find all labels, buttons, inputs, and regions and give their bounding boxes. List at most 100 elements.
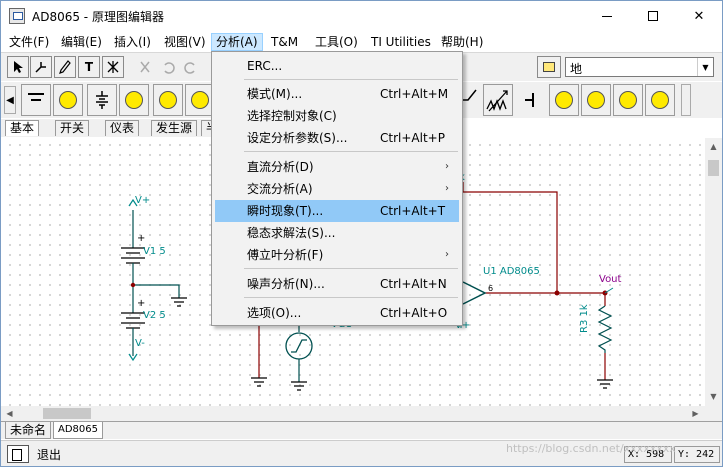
parts-scroll-right-button[interactable]	[681, 84, 691, 116]
ground-icon	[28, 93, 44, 107]
ic-part-button-2[interactable]	[581, 84, 611, 116]
vout-label: Vout	[599, 274, 622, 285]
app-window: AD8065 - 原理图编辑器 ✕ 文件(F) 编辑(E) 插入(I) 视图(V…	[0, 0, 723, 467]
vertical-scroll-thumb[interactable]	[708, 160, 719, 176]
exit-label[interactable]: 退出	[37, 446, 61, 463]
tab-untitled[interactable]: 未命名	[5, 422, 52, 439]
hs-icon	[651, 91, 669, 109]
component-select[interactable]: 地 ▼	[565, 57, 714, 77]
close-button[interactable]: ✕	[676, 1, 722, 31]
menu-item-transient[interactable]: 瞬时现象(T)... Ctrl+Alt+T	[215, 200, 459, 222]
menu-separator	[244, 151, 458, 152]
v1-plus-sign: +	[137, 233, 146, 244]
ground-symbol-3	[597, 379, 613, 389]
horizontal-scroll-thumb[interactable]	[43, 408, 91, 419]
v2-label: V2 5	[143, 310, 166, 321]
horizontal-scrollbar[interactable]: ◀ ▶	[1, 406, 705, 421]
pen-tool-button[interactable]	[54, 56, 76, 78]
vertical-scrollbar[interactable]: ▲ ▼	[705, 138, 722, 421]
cursor-y-readout: Y: 242	[674, 446, 720, 463]
watermark: https://blog.csdn.net/xxxxxxxx	[506, 442, 676, 455]
menu-file[interactable]: 文件(F)	[5, 33, 53, 51]
redo-button[interactable]	[180, 56, 202, 78]
maximize-button[interactable]	[630, 1, 676, 31]
chevron-down-icon[interactable]: ▼	[697, 58, 713, 76]
menu-item-mode[interactable]: 模式(M)... Ctrl+Alt+M	[215, 83, 459, 105]
ammeter-part-button[interactable]	[153, 84, 183, 116]
menu-item-fourier[interactable]: 傅立叶分析(F) ›	[215, 244, 459, 266]
menu-tools[interactable]: 工具(O)	[311, 33, 362, 51]
parts-scroll-left-button[interactable]: ◀	[4, 86, 16, 114]
ground-symbol-1	[171, 297, 187, 307]
variable-resistor-part-button[interactable]	[483, 84, 513, 116]
v1-battery-symbol	[121, 247, 145, 264]
menu-item-dc-analysis[interactable]: 直流分析(D) ›	[215, 156, 459, 178]
scroll-up-icon[interactable]: ▲	[705, 138, 722, 155]
menu-item-noise[interactable]: 噪声分析(N)... Ctrl+Alt+N	[215, 273, 459, 295]
scroll-left-icon[interactable]: ◀	[1, 406, 18, 421]
hs-part-button-1[interactable]	[613, 84, 643, 116]
ic-part-button-1[interactable]	[549, 84, 579, 116]
minimize-button[interactable]	[584, 1, 630, 31]
select-tool-button[interactable]	[7, 56, 29, 78]
menu-insert[interactable]: 插入(I)	[110, 33, 155, 51]
hs-icon	[619, 91, 637, 109]
cut-icon	[140, 61, 150, 73]
pointer-icon	[14, 61, 23, 73]
voltmeter-icon	[159, 91, 177, 109]
vplus-label: V+	[135, 195, 151, 206]
menu-item-steady-state[interactable]: 稳态求解法(S)...	[215, 222, 459, 244]
tab-basic[interactable]: 基本	[5, 120, 40, 136]
component-picker-icon	[543, 62, 555, 72]
output-junction	[554, 290, 560, 296]
vminus-label: V-	[135, 338, 145, 349]
battery-part-button[interactable]	[53, 84, 83, 116]
app-icon	[9, 8, 25, 24]
tab-switches[interactable]: 开关	[55, 120, 90, 136]
voltmeter-part-button[interactable]	[119, 84, 149, 116]
redo-icon	[184, 62, 195, 74]
sheet-tabs: 未命名 AD8065	[1, 421, 722, 439]
tab-sources[interactable]: 发生源	[151, 120, 198, 136]
bus-tool-button[interactable]	[102, 56, 124, 78]
menu-analysis[interactable]: 分析(A)	[211, 33, 263, 51]
vout-probe	[604, 287, 614, 294]
menu-edit[interactable]: 编辑(E)	[57, 33, 106, 51]
pin6-label: 6	[488, 284, 494, 293]
menu-help[interactable]: 帮助(H)	[437, 33, 487, 51]
undo-button[interactable]	[157, 56, 179, 78]
step-waveform-icon	[291, 339, 307, 353]
menu-item-options[interactable]: 选项(O)... Ctrl+Alt+O	[215, 302, 459, 324]
category-tabs: 基本 开关 仪表 发生源 半	[1, 119, 224, 137]
scroll-down-icon[interactable]: ▼	[705, 388, 722, 405]
submenu-arrow-icon: ›	[445, 161, 449, 172]
menu-ti-utilities[interactable]: TI Utilities	[367, 33, 435, 51]
scroll-right-icon[interactable]: ▶	[687, 406, 704, 421]
cut-button[interactable]	[134, 56, 156, 78]
maximize-icon	[648, 11, 658, 21]
ic-icon	[555, 91, 573, 109]
component-picker-button[interactable]	[537, 56, 561, 78]
exit-icon[interactable]	[7, 445, 29, 463]
v2-plus-sign: +	[137, 298, 146, 309]
wire-tool-button[interactable]	[30, 56, 52, 78]
text-tool-button[interactable]: T	[78, 56, 100, 78]
menu-view[interactable]: 视图(V)	[160, 33, 210, 51]
r3-label: R3 1k	[579, 304, 590, 333]
hs-part-button-2[interactable]	[645, 84, 675, 116]
dc-source-part-button[interactable]	[87, 84, 117, 116]
window-title: AD8065 - 原理图编辑器	[32, 10, 164, 24]
voltage-source-icon	[125, 91, 143, 109]
tab-ad8065[interactable]: AD8065	[53, 422, 103, 439]
capacitor-icon	[525, 93, 534, 107]
tab-meters[interactable]: 仪表	[105, 120, 140, 136]
menu-tm[interactable]: T&M	[267, 33, 302, 51]
menu-item-select-control[interactable]: 选择控制对象(C)	[215, 105, 459, 127]
close-icon: ✕	[693, 8, 705, 24]
menu-item-erc[interactable]: ERC...	[215, 55, 459, 77]
ground-part-button[interactable]	[21, 84, 51, 116]
menu-bar: 文件(F) 编辑(E) 插入(I) 视图(V) 分析(A) T&M 工具(O) …	[1, 31, 722, 51]
menu-item-analysis-params[interactable]: 设定分析参数(S)... Ctrl+Alt+P	[215, 127, 459, 149]
menu-item-ac-analysis[interactable]: 交流分析(A) ›	[215, 178, 459, 200]
capacitor-part-button[interactable]	[519, 84, 549, 116]
